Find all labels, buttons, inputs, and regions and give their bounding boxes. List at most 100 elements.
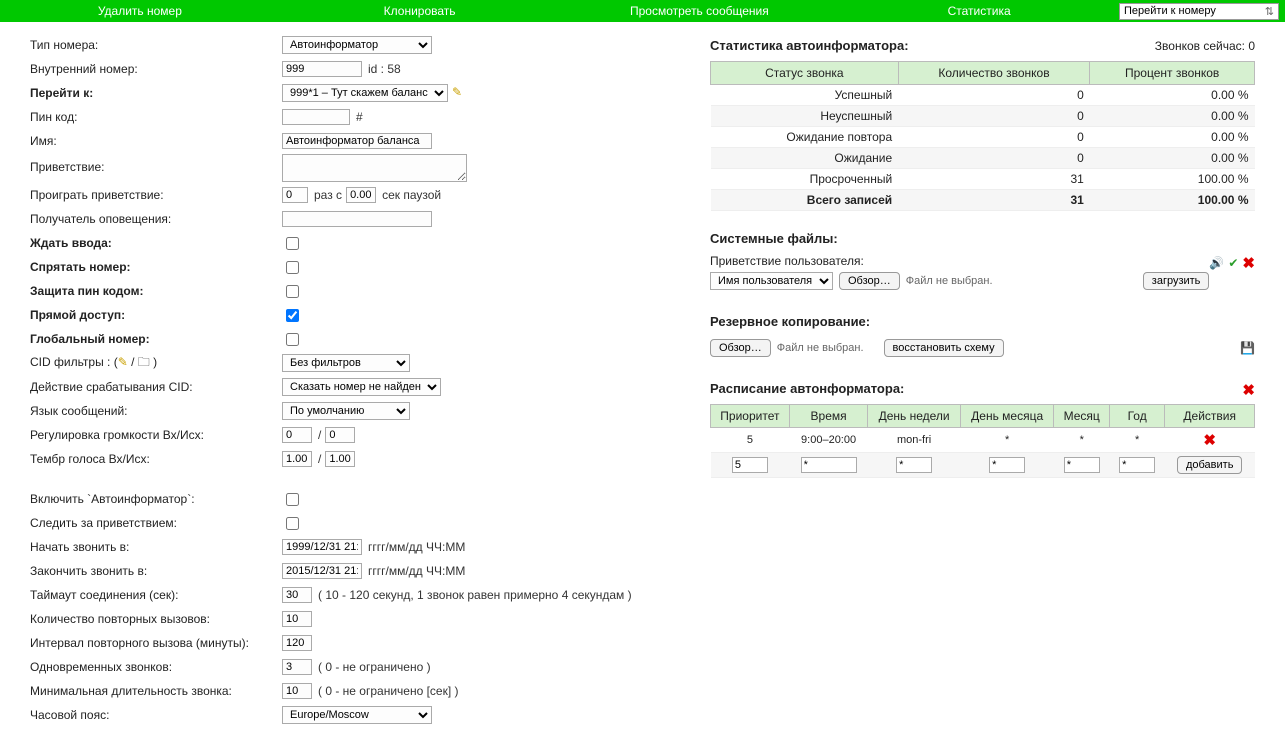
sh-act: Действия <box>1165 405 1255 428</box>
vol-in-input[interactable] <box>282 427 312 443</box>
name-input[interactable] <box>282 133 432 149</box>
direct-checkbox[interactable] <box>286 309 299 322</box>
mindur-label: Минимальная длительность звонка: <box>30 684 282 698</box>
folder-icon[interactable]: 🗀 <box>138 355 150 369</box>
schedule-table: Приоритет Время День недели День месяца … <box>710 404 1255 478</box>
play-tail: сек паузой <box>382 188 441 202</box>
concurrent-input[interactable] <box>282 659 312 675</box>
delete-icon[interactable]: ✖ <box>1242 254 1255 272</box>
hide-checkbox[interactable] <box>286 261 299 274</box>
vol-label: Регулировка громкости Вх/Исх: <box>30 428 282 442</box>
table-row: Успешный00.00 % <box>711 85 1255 106</box>
name-label: Имя: <box>30 134 282 148</box>
nofile2-text: Файл не выбран. <box>777 342 864 354</box>
username-select[interactable]: Имя пользователя <box>710 272 833 290</box>
sched-delete-icon[interactable]: ✖ <box>1242 381 1255 399</box>
play-count-input[interactable] <box>282 187 308 203</box>
global-checkbox[interactable] <box>286 333 299 346</box>
vol-out-input[interactable] <box>325 427 355 443</box>
browse-button[interactable]: Обзор… <box>839 272 900 290</box>
notif-label: Получатель оповещения: <box>30 212 282 226</box>
mindur-hint: ( 0 - не ограничено [сек] ) <box>318 684 459 698</box>
slash2: / <box>318 452 321 466</box>
interval-label: Интервал повторного вызова (минуты): <box>30 636 282 650</box>
pinprot-checkbox[interactable] <box>286 285 299 298</box>
sound-icon[interactable]: 🔊 <box>1209 256 1224 270</box>
end-input[interactable] <box>282 563 362 579</box>
start-label: Начать звонить в: <box>30 540 282 554</box>
timbre-out-input[interactable] <box>325 451 355 467</box>
end-label: Закончить звонить в: <box>30 564 282 578</box>
sh-dom: День месяца <box>960 405 1054 428</box>
nofile-text: Файл не выбран. <box>906 275 993 287</box>
in-mon[interactable] <box>1064 457 1100 473</box>
cidact-label: Действие срабатывания CID: <box>30 380 282 394</box>
check-icon[interactable]: ✔ <box>1228 256 1238 270</box>
timeout-input[interactable] <box>282 587 312 603</box>
topbar-menu: Удалить номер Клонировать Просмотреть со… <box>0 4 1119 18</box>
row-delete-icon[interactable]: ✖ <box>1203 432 1216 449</box>
table-row: Неуспешный00.00 % <box>711 106 1255 127</box>
interval-input[interactable] <box>282 635 312 651</box>
tz-select[interactable]: Europe/Moscow <box>282 706 432 724</box>
greet-label: Приветствие: <box>30 154 282 174</box>
wait-checkbox[interactable] <box>286 237 299 250</box>
in-time[interactable] <box>801 457 857 473</box>
mindur-input[interactable] <box>282 683 312 699</box>
sysfiles-title: Системные файлы: <box>710 231 1255 246</box>
stats-title: Статистика автоинформатора: <box>710 38 909 53</box>
watch-greet-label: Следить за приветствием: <box>30 516 282 530</box>
sh-mon: Месяц <box>1054 405 1109 428</box>
timeout-hint: ( 10 - 120 секунд, 1 звонок равен пример… <box>318 588 632 602</box>
save-icon[interactable]: 💾 <box>1240 341 1255 355</box>
greet-textarea[interactable] <box>282 154 467 182</box>
notif-input[interactable] <box>282 211 432 227</box>
cidact-select[interactable]: Сказать номер не найден <box>282 378 441 396</box>
menu-messages[interactable]: Просмотреть сообщения <box>560 4 840 18</box>
menu-clone[interactable]: Клонировать <box>280 4 560 18</box>
ext-input[interactable] <box>282 61 362 77</box>
goto-select[interactable]: 999*1 – Тут скажем баланс <box>282 84 448 102</box>
table-row: Ожидание00.00 % <box>711 148 1255 169</box>
restore-button[interactable]: восстановить схему <box>884 339 1004 357</box>
browse2-button[interactable]: Обзор… <box>710 339 771 357</box>
pin-input[interactable] <box>282 109 350 125</box>
jump-to-number-select[interactable]: Перейти к номеру ⇅ <box>1119 3 1279 20</box>
hide-label: Спрятать номер: <box>30 260 282 274</box>
left-panel: Тип номера: Автоинформатор Внутренний но… <box>30 32 670 728</box>
add-button[interactable]: добавить <box>1177 456 1242 474</box>
cid-select[interactable]: Без фильтров <box>282 354 410 372</box>
in-dom[interactable] <box>989 457 1025 473</box>
direct-label: Прямой доступ: <box>30 308 282 322</box>
play-greet-label: Проиграть приветствие: <box>30 188 282 202</box>
lang-select[interactable]: По умолчанию <box>282 402 410 420</box>
id-text: id : 58 <box>368 62 401 76</box>
watch-greet-checkbox[interactable] <box>286 517 299 530</box>
table-row: Ожидание повтора00.00 % <box>711 127 1255 148</box>
pencil-icon[interactable]: ✎ <box>118 355 128 369</box>
slash1: / <box>318 428 321 442</box>
pin-label: Пин код: <box>30 110 282 124</box>
cid-label: CID фильтры : (✎ / 🗀 ) <box>30 353 282 374</box>
enable-ai-checkbox[interactable] <box>286 493 299 506</box>
in-dow[interactable] <box>896 457 932 473</box>
retries-input[interactable] <box>282 611 312 627</box>
edit-icon[interactable]: ✎ <box>452 85 468 101</box>
lang-label: Язык сообщений: <box>30 404 282 418</box>
ext-label: Внутренний номер: <box>30 62 282 76</box>
play-pause-input[interactable] <box>346 187 376 203</box>
timbre-label: Тембр голоса Вх/Исх: <box>30 452 282 466</box>
menu-stats[interactable]: Статистика <box>839 4 1119 18</box>
in-pri[interactable] <box>732 457 768 473</box>
topbar: Удалить номер Клонировать Просмотреть со… <box>0 0 1285 22</box>
type-select[interactable]: Автоинформатор <box>282 36 432 54</box>
schedule-row: 59:00–20:00mon-fri*** ✖ <box>711 428 1255 453</box>
start-input[interactable] <box>282 539 362 555</box>
timbre-in-input[interactable] <box>282 451 312 467</box>
menu-delete[interactable]: Удалить номер <box>0 4 280 18</box>
sh-year: Год <box>1109 405 1164 428</box>
in-year[interactable] <box>1119 457 1155 473</box>
upload-button[interactable]: загрузить <box>1143 272 1210 290</box>
user-greet-label: Приветствие пользователя: <box>710 254 864 268</box>
type-label: Тип номера: <box>30 38 282 52</box>
